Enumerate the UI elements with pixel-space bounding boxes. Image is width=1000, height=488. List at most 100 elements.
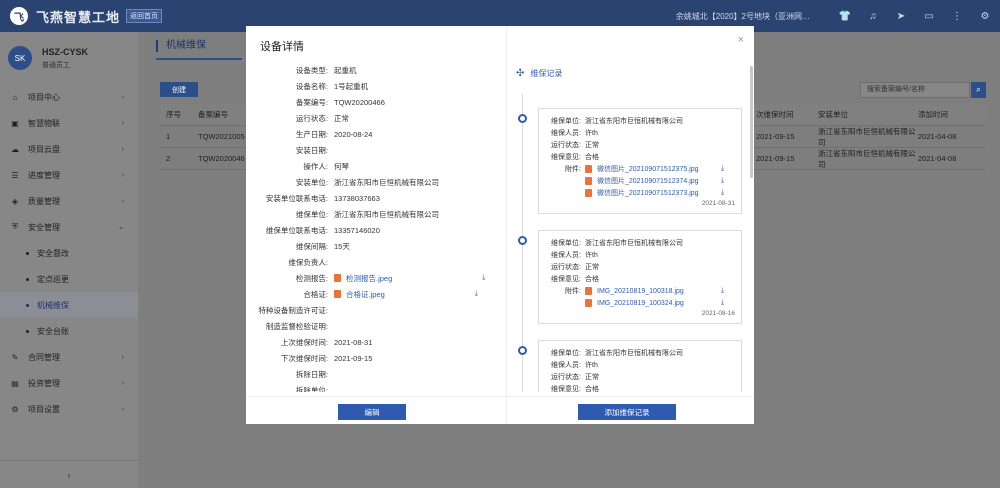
sidebar-item-0[interactable]: ⌂ 项目中心 › bbox=[0, 84, 138, 110]
modal-footer: 编辑 添加维保记录 bbox=[246, 396, 754, 424]
record-label: 运行状态: bbox=[551, 142, 581, 149]
close-icon[interactable]: × bbox=[738, 34, 744, 46]
chat-icon[interactable]: ▭ bbox=[922, 9, 936, 23]
search-input[interactable]: 搜索备案编号/名称 bbox=[860, 82, 970, 98]
record-value: 正常 bbox=[585, 374, 599, 381]
detail-field: 维保负责人: bbox=[246, 254, 506, 270]
record-card: 维保单位: 浙江省东阳市巨恒机械有限公司 维保人员: 许th 运行状态: 正常 维保意见: 合… bbox=[538, 108, 742, 214]
download-icon[interactable]: ⤓ bbox=[475, 290, 478, 298]
timeline-dot bbox=[518, 346, 527, 355]
file-name: 微信图片_202109071512374.jpg bbox=[597, 178, 699, 185]
settings-icon[interactable]: ⚙ bbox=[978, 9, 992, 23]
file-link[interactable]: IMG_20210819_100324.jpg bbox=[585, 299, 721, 307]
sidebar: SK HSZ-CYSK 普通员工 ⌂ 项目中心 › ▣ 智慧物联 › ☁ 项目云盘 › ☰ 进度管理… bbox=[0, 32, 138, 488]
maintenance-records: ✣ 维保记录 维保单位: 浙江省东阳市巨恒机械有限公司 维保人员: 许th 运行状态: 正… bbox=[508, 62, 754, 392]
record-value: 合格 bbox=[585, 386, 599, 392]
record-card: 维保单位: 浙江省东阳市巨恒机械有限公司 维保人员: 许th 运行状态: 正常 维保意见: 合… bbox=[538, 340, 742, 392]
sidebar-item2-2[interactable]: ⚙ 项目设置 › bbox=[0, 396, 138, 422]
record-value: 正常 bbox=[585, 142, 599, 149]
image-file-icon bbox=[334, 290, 341, 298]
record-card: 维保单位: 浙江省东阳市巨恒机械有限公司 维保人员: 许th 运行状态: 正常 维保意见: 合… bbox=[538, 230, 742, 324]
sidebar-item-label: 质量管理 bbox=[28, 196, 60, 206]
sidebar-item2-0[interactable]: ✎ 合同管理 › bbox=[0, 344, 138, 370]
bell-icon[interactable]: ♫ bbox=[866, 9, 880, 23]
image-file-icon bbox=[585, 189, 592, 197]
back-home-button[interactable]: 返回首页 bbox=[126, 9, 163, 23]
field-value: 13738037663 bbox=[334, 193, 380, 203]
sidebar-subitem-3[interactable]: 安全台账 bbox=[0, 318, 138, 344]
sidebar-subitem-2[interactable]: 机械维保 bbox=[0, 292, 138, 318]
equipment-detail-modal: 设备详情 × 设备类型: 起重机 设备名称: 1号起重机 备案编号: TQW2020046… bbox=[246, 26, 754, 424]
shirt-icon[interactable]: 👕 bbox=[838, 9, 852, 23]
record-value: 正常 bbox=[585, 264, 599, 271]
record-field: 运行状态: 正常 bbox=[539, 261, 741, 273]
sidebar-item2-1[interactable]: ▤ 投资管理 › bbox=[0, 370, 138, 396]
sidebar-item-label: 合同管理 bbox=[28, 352, 60, 362]
record-label: 运行状态: bbox=[551, 374, 581, 381]
search-icon[interactable]: ⌕ bbox=[971, 82, 986, 98]
file-link[interactable]: 合格证.jpeg bbox=[334, 289, 385, 300]
sidebar-subitem-label: 机械维保 bbox=[37, 300, 69, 310]
field-value: 13357146020 bbox=[334, 225, 380, 235]
field-label: 生产日期: bbox=[295, 129, 328, 139]
download-icon[interactable]: ⤓ bbox=[721, 165, 724, 173]
add-record-button[interactable]: 添加维保记录 bbox=[578, 404, 676, 420]
field-value: TQW20200466 bbox=[334, 97, 385, 107]
sidebar-item-4[interactable]: ◈ 质量管理 › bbox=[0, 188, 138, 214]
record-label: 维保意见: bbox=[551, 276, 581, 283]
record-field: 维保意见: 合格 bbox=[539, 383, 741, 392]
download-icon[interactable]: ⤓ bbox=[721, 177, 724, 185]
chevron-icon: › bbox=[121, 171, 124, 179]
dots-icon[interactable]: ⋮ bbox=[950, 9, 964, 23]
detail-field: 设备名称: 1号起重机 bbox=[246, 78, 506, 94]
create-button[interactable]: 创建 bbox=[160, 82, 198, 97]
download-icon[interactable]: ⤓ bbox=[482, 274, 485, 282]
file-link[interactable]: IMG_20210819_100318.jpg bbox=[585, 287, 721, 295]
project-selector[interactable]: 余姚城北【2020】2号地块（亚洲网… bbox=[676, 11, 810, 22]
file-link[interactable]: 检测报告.jpeg bbox=[334, 273, 392, 284]
sidebar-subitem-label: 安全台账 bbox=[37, 326, 69, 336]
send-icon[interactable]: ➤ bbox=[894, 9, 908, 23]
sidebar-item-label: 进度管理 bbox=[28, 170, 60, 180]
detail-field: 拆除日期: bbox=[246, 366, 506, 382]
sidebar-subitem-1[interactable]: 定点巡更 bbox=[0, 266, 138, 292]
field-value: 15天 bbox=[334, 241, 350, 251]
detail-field: 合格证: 合格证.jpeg ⤓ bbox=[246, 286, 506, 302]
download-icon[interactable]: ⤓ bbox=[721, 299, 724, 307]
chevron-icon: › bbox=[121, 93, 124, 101]
file-link[interactable]: 微信图片_202109071512373.jpg bbox=[585, 188, 721, 198]
sidebar-item-1[interactable]: ▣ 智慧物联 › bbox=[0, 110, 138, 136]
record-label: 附件: bbox=[565, 166, 581, 173]
record-label: 附件: bbox=[565, 288, 581, 295]
sidebar-item-5[interactable]: ⛨ 安全管理 ⌄ bbox=[0, 214, 138, 240]
sidebar-subitem-label: 安全督改 bbox=[37, 248, 69, 258]
detail-field: 安装单位: 浙江省东阳市巨恒机械有限公司 bbox=[246, 174, 506, 190]
modal-title: 设备详情 bbox=[260, 41, 304, 53]
download-icon[interactable]: ⤓ bbox=[721, 189, 724, 197]
record-field: 运行状态: 正常 bbox=[539, 139, 741, 151]
field-value: 2020-08-24 bbox=[334, 129, 373, 139]
logo[interactable]: 飞 飞燕智慧工地 返回首页 bbox=[10, 7, 163, 26]
bullet-icon bbox=[26, 251, 29, 255]
record-file-row: 附件: IMG_20210819_100318.jpg ⤓ bbox=[539, 285, 741, 297]
detail-field: 特种设备制造许可证: bbox=[246, 302, 506, 318]
record-field: 维保人员: 许th bbox=[539, 249, 741, 261]
record-value: 许th bbox=[585, 130, 598, 137]
collapse-sidebar-button[interactable]: ‹ bbox=[0, 460, 138, 488]
edit-button[interactable]: 编辑 bbox=[338, 404, 406, 420]
sidebar-subitem-0[interactable]: 安全督改 bbox=[0, 240, 138, 266]
field-label: 备案编号: bbox=[295, 97, 328, 107]
chevron-icon: › bbox=[121, 197, 124, 205]
scrollbar[interactable] bbox=[750, 66, 753, 178]
field-label: 操作人: bbox=[303, 161, 328, 171]
sidebar-item-2[interactable]: ☁ 项目云盘 › bbox=[0, 136, 138, 162]
bullet-icon bbox=[26, 277, 29, 281]
field-label: 特种设备制造许可证: bbox=[258, 305, 328, 315]
file-link[interactable]: 微信图片_202109071512375.jpg bbox=[585, 164, 721, 174]
record-file-row: IMG_20210819_100324.jpg ⤓ bbox=[539, 297, 741, 309]
detail-field: 安装单位联系电话: 13738037663 bbox=[246, 190, 506, 206]
download-icon[interactable]: ⤓ bbox=[721, 287, 724, 295]
file-link[interactable]: 微信图片_202109071512374.jpg bbox=[585, 176, 721, 186]
sidebar-item-3[interactable]: ☰ 进度管理 › bbox=[0, 162, 138, 188]
avatar: SK bbox=[8, 46, 32, 70]
